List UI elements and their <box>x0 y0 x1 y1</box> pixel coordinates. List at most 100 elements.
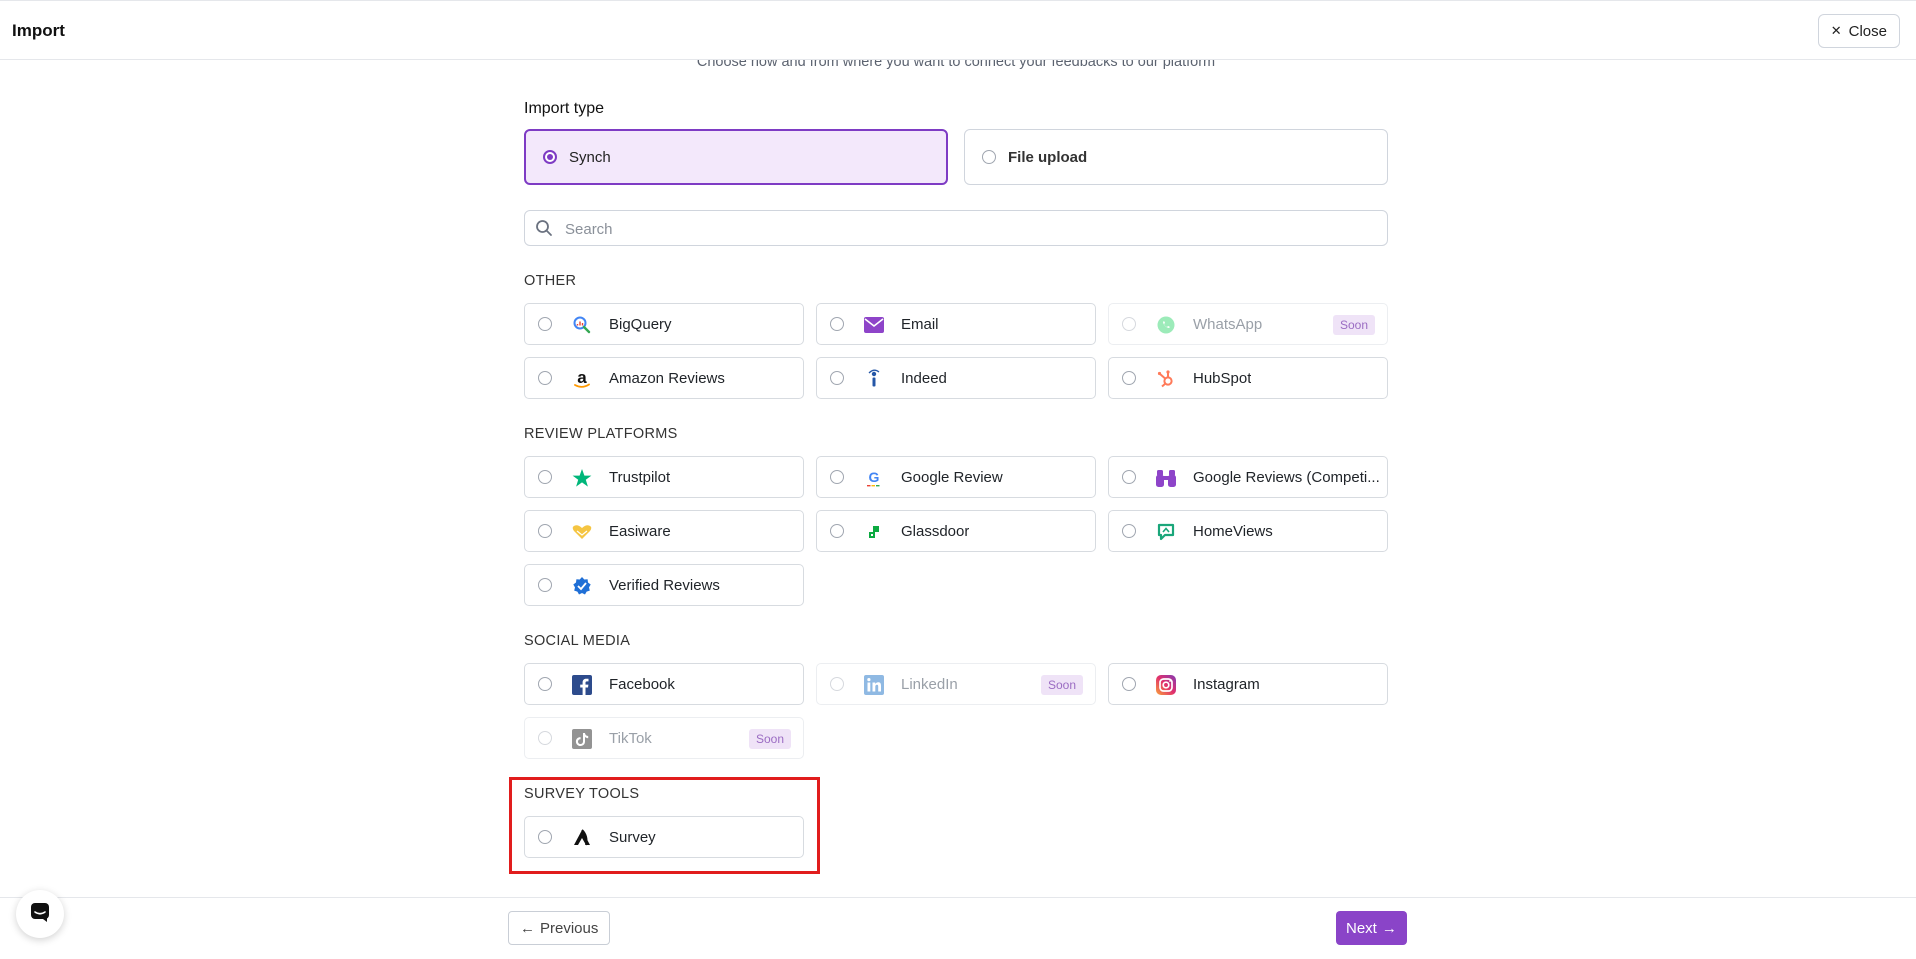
verified-reviews-icon <box>571 575 593 597</box>
easiware-icon <box>571 521 593 543</box>
source-name: Instagram <box>1193 676 1260 693</box>
section-title-review-platforms: REVIEW PLATFORMS <box>524 426 678 442</box>
radio-bigquery[interactable] <box>538 317 552 331</box>
source-tile-verified-reviews[interactable]: Verified Reviews <box>524 564 804 606</box>
chat-widget-button[interactable] <box>16 890 64 938</box>
source-name: Google Review <box>901 469 1003 486</box>
amazon-icon: a <box>571 368 593 390</box>
tiktok-icon <box>571 728 593 750</box>
source-tile-email[interactable]: Email <box>816 303 1096 345</box>
source-name: TikTok <box>609 730 652 747</box>
radio-synch[interactable] <box>543 150 557 164</box>
svg-text:G: G <box>869 469 880 485</box>
source-name: HomeViews <box>1193 523 1273 540</box>
source-tile-whatsapp: WhatsApp Soon <box>1108 303 1388 345</box>
source-name: Trustpilot <box>609 469 671 486</box>
source-name: BigQuery <box>609 316 672 333</box>
import-type-synch-label: Synch <box>569 148 611 166</box>
close-button[interactable]: ✕ Close <box>1817 14 1900 48</box>
source-name: LinkedIn <box>901 676 958 693</box>
search-input[interactable] <box>563 217 1367 241</box>
source-tile-easiware[interactable]: Easiware <box>524 510 804 552</box>
source-name: Easiware <box>609 523 671 540</box>
linkedin-icon <box>863 674 885 696</box>
import-type-file-upload[interactable]: File upload <box>964 129 1388 185</box>
source-name: Facebook <box>609 676 675 693</box>
survey-icon <box>571 827 593 849</box>
source-tile-google-review[interactable]: G Google Review <box>816 456 1096 498</box>
arrow-left-icon: ← <box>520 919 535 937</box>
google-icon: G <box>863 467 885 489</box>
radio-facebook[interactable] <box>538 677 552 691</box>
source-tile-glassdoor[interactable]: Glassdoor <box>816 510 1096 552</box>
source-tile-trustpilot[interactable]: Trustpilot <box>524 456 804 498</box>
source-name: Email <box>901 316 939 333</box>
source-tile-facebook[interactable]: Facebook <box>524 663 804 705</box>
soon-badge: Soon <box>1332 315 1375 335</box>
glassdoor-icon <box>863 521 885 543</box>
section-title-social-media: SOCIAL MEDIA <box>524 633 631 649</box>
section-title-survey-tools: SURVEY TOOLS <box>524 786 640 802</box>
indeed-icon <box>863 368 885 390</box>
source-tile-tiktok: TikTok Soon <box>524 717 804 759</box>
next-label: Next <box>1346 919 1377 937</box>
next-button[interactable]: Next → <box>1336 911 1407 945</box>
chat-icon <box>29 901 51 928</box>
source-tile-instagram[interactable]: Instagram <box>1108 663 1388 705</box>
source-tile-homeviews[interactable]: HomeViews <box>1108 510 1388 552</box>
svg-text:a: a <box>577 368 587 387</box>
email-icon <box>863 314 885 336</box>
radio-linkedin <box>830 677 844 691</box>
radio-google-review[interactable] <box>830 470 844 484</box>
radio-hubspot[interactable] <box>1122 371 1136 385</box>
radio-easiware[interactable] <box>538 524 552 538</box>
source-name: Survey <box>609 829 656 846</box>
radio-trustpilot[interactable] <box>538 470 552 484</box>
source-name: HubSpot <box>1193 370 1252 387</box>
import-type-file-upload-label: File upload <box>1008 148 1088 166</box>
source-tile-amazon-reviews[interactable]: a Amazon Reviews <box>524 357 804 399</box>
source-name: WhatsApp <box>1193 316 1263 333</box>
radio-file-upload[interactable] <box>982 150 996 164</box>
source-name: Glassdoor <box>901 523 970 540</box>
source-tile-bigquery[interactable]: BigQuery <box>524 303 804 345</box>
radio-glassdoor[interactable] <box>830 524 844 538</box>
source-name: Verified Reviews <box>609 577 720 594</box>
section-title-other: OTHER <box>524 273 577 289</box>
soon-badge: Soon <box>748 729 791 749</box>
hubspot-icon <box>1155 368 1177 390</box>
previous-button[interactable]: ← Previous <box>508 911 611 945</box>
import-type-synch[interactable]: Synch <box>524 129 948 185</box>
source-tile-hubspot[interactable]: HubSpot <box>1108 357 1388 399</box>
radio-homeviews[interactable] <box>1122 524 1136 538</box>
page-title: Import <box>12 21 65 40</box>
search-icon <box>535 219 553 242</box>
search-box[interactable] <box>524 210 1388 246</box>
radio-amazon-reviews[interactable] <box>538 371 552 385</box>
facebook-icon <box>571 674 593 696</box>
radio-survey[interactable] <box>538 830 552 844</box>
source-tile-indeed[interactable]: Indeed <box>816 357 1096 399</box>
trustpilot-icon <box>571 467 593 489</box>
homeviews-icon <box>1155 521 1177 543</box>
import-type-label: Import type <box>524 100 605 117</box>
source-tile-google-reviews-competitors[interactable]: Google Reviews (Competi... <box>1108 456 1388 498</box>
radio-email[interactable] <box>830 317 844 331</box>
radio-verified-reviews[interactable] <box>538 578 552 592</box>
close-label: Close <box>1848 22 1887 40</box>
source-name: Indeed <box>901 370 947 387</box>
instagram-icon <box>1155 674 1177 696</box>
whatsapp-icon <box>1155 314 1177 336</box>
bigquery-icon <box>571 314 593 336</box>
source-name: Google Reviews (Competi... <box>1193 469 1380 486</box>
radio-whatsapp <box>1122 317 1136 331</box>
binoculars-icon <box>1155 467 1177 489</box>
source-tile-survey[interactable]: Survey <box>524 816 804 858</box>
radio-instagram[interactable] <box>1122 677 1136 691</box>
bottom-bar: ← Previous Next → <box>0 897 1916 959</box>
arrow-right-icon: → <box>1381 919 1397 937</box>
radio-google-reviews-competitors[interactable] <box>1122 470 1136 484</box>
top-bar: Import ✕ Close <box>0 0 1916 60</box>
soon-badge: Soon <box>1040 675 1083 695</box>
radio-indeed[interactable] <box>830 371 844 385</box>
